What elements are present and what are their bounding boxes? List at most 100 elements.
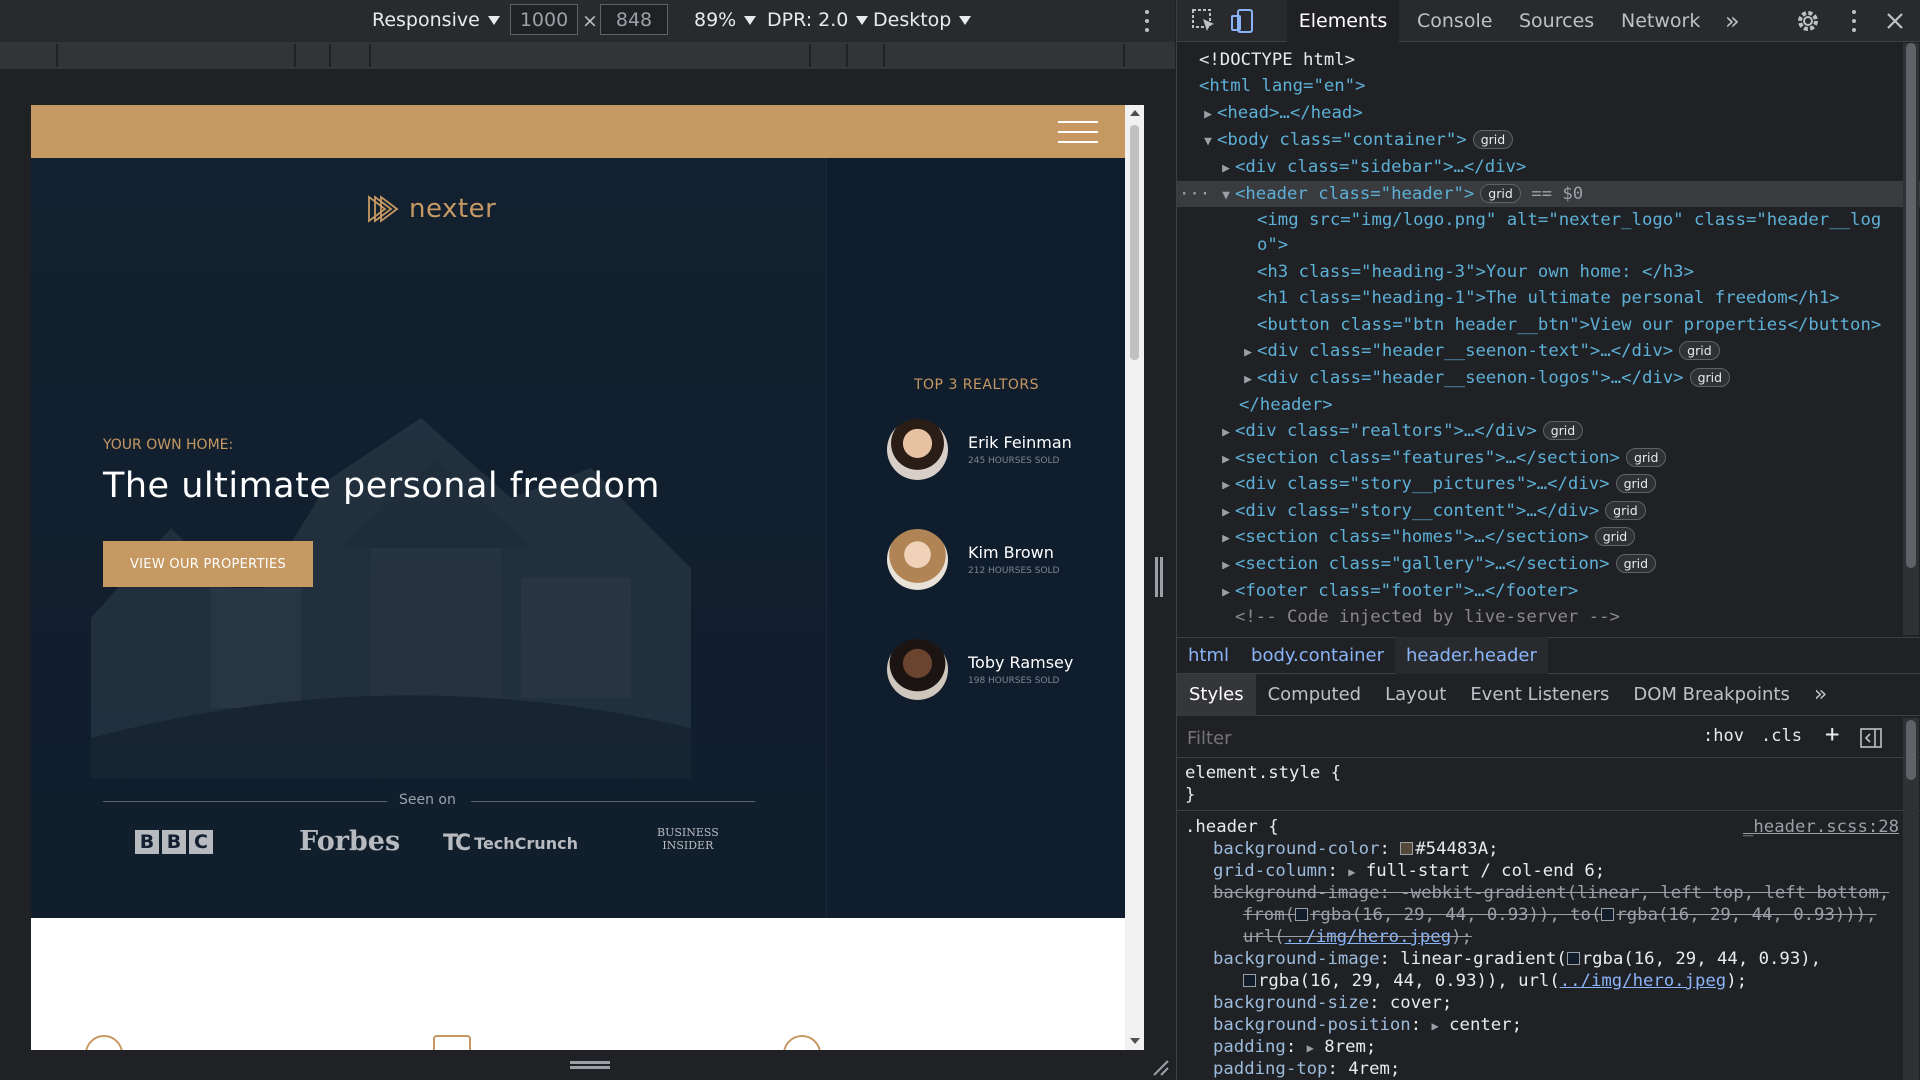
grid-badge: grid [1605, 501, 1646, 520]
dom-node[interactable]: <html lang="en"> [1177, 73, 1920, 99]
dom-node[interactable]: ▶ <section class="homes">…</section> grid [1177, 524, 1920, 550]
close-icon[interactable] [1882, 8, 1908, 34]
tab-elements[interactable]: Elements [1287, 0, 1399, 42]
collapse-icon: ▼ [1204, 134, 1212, 149]
tab-sources[interactable]: Sources [1519, 0, 1594, 42]
source-link[interactable]: _header.scss:28 [1743, 816, 1899, 838]
realtors-title: TOP 3 REALTORS [913, 377, 1040, 393]
scroll-up-icon[interactable] [1130, 110, 1140, 116]
realtor-item[interactable]: Erik Feinman 245 HOURSES SOLD [887, 419, 1072, 480]
css-declaration[interactable]: background-position: ▶ center; [1213, 1014, 1522, 1037]
dom-node[interactable]: <img src="img/logo.png" alt="nexter_logo… [1177, 207, 1920, 233]
dom-node[interactable]: ▶ <div class="story__pictures">…</div> gri… [1177, 471, 1920, 497]
grid-badge: grid [1472, 130, 1514, 149]
dom-node[interactable]: <!-- Code injected by live-server --> [1177, 604, 1920, 630]
dom-scrollbar[interactable] [1903, 43, 1919, 635]
dom-node[interactable]: ▼ <body class="container"> grid [1177, 127, 1920, 153]
zoom-label: 89% [694, 9, 737, 31]
zoom-select[interactable]: 89% [694, 9, 757, 31]
dom-node[interactable]: o"> [1177, 232, 1920, 258]
realtor-item[interactable]: Toby Ramsey 198 HOURSES SOLD [887, 639, 1073, 700]
width-input[interactable]: 1000 [510, 4, 578, 35]
css-declaration[interactable]: background-image: linear-gradient(rgba(1… [1213, 948, 1821, 970]
scroll-down-icon[interactable] [1130, 1038, 1140, 1044]
more-tabs-icon[interactable]: » [1725, 0, 1740, 42]
dpr-select[interactable]: DPR: 2.0 [767, 9, 869, 31]
hov-button[interactable]: :hov [1703, 726, 1744, 746]
height-input[interactable]: 848 [600, 4, 668, 35]
dom-node-selected[interactable]: ··· ▼ <header class="header"> grid == $0 [1177, 181, 1920, 207]
tab-network[interactable]: Network [1621, 0, 1700, 42]
css-declaration[interactable]: background-size: cover; [1213, 992, 1452, 1014]
view-properties-button[interactable]: VIEW OUR PROPERTIES [103, 541, 313, 587]
dom-node[interactable]: ▶ <head>…</head> [1177, 100, 1920, 126]
styles-scrollbar[interactable] [1903, 718, 1919, 1080]
tab-event-listeners[interactable]: Event Listeners [1458, 674, 1621, 716]
dom-node[interactable]: ▶ <div class="header__seenon-logos">…</di… [1177, 365, 1920, 391]
breadcrumb-html[interactable]: html [1177, 637, 1240, 674]
breadcrumb-body[interactable]: body.container [1240, 637, 1395, 674]
scrollbar-thumb[interactable] [1130, 125, 1139, 360]
css-declaration[interactable]: padding-top: 4rem; [1213, 1058, 1400, 1080]
more-options-icon[interactable] [1144, 10, 1150, 32]
css-declaration[interactable]: grid-column: ▶ full-start / col-end 6; [1213, 860, 1605, 883]
gear-icon[interactable] [1795, 8, 1821, 34]
page-viewport: nexter YOUR OWN HOME: The ultimate perso… [31, 105, 1144, 1050]
inspect-element-icon[interactable] [1191, 8, 1217, 34]
dom-node[interactable]: ▶ <div class="sidebar">…</div> [1177, 154, 1920, 180]
scrollbar-thumb[interactable] [1906, 43, 1916, 568]
css-declaration-overridden[interactable]: from(rgba(16, 29, 44, 0.93)), to(rgba(16… [1243, 904, 1876, 926]
dom-node[interactable]: ▶ <section class="features">…</section> gr… [1177, 445, 1920, 471]
dom-node[interactable]: ▶ <div class="story__content">…</div> grid [1177, 498, 1920, 524]
dom-node[interactable]: ▶ <section class="gallery">…</section> gri… [1177, 551, 1920, 577]
expand-icon: ▶ [1222, 161, 1230, 176]
dimension-separator: × [582, 10, 598, 32]
tab-styles[interactable]: Styles [1177, 673, 1256, 716]
realtor-item[interactable]: Kim Brown 212 HOURSES SOLD [887, 529, 1059, 590]
chevron-down-icon [856, 15, 869, 25]
device-toolbar-icon[interactable] [1229, 8, 1255, 34]
resize-handle-bottom[interactable] [570, 1061, 610, 1069]
dom-node[interactable]: ▶ <footer class="footer">…</footer> [1177, 578, 1920, 604]
dom-node[interactable]: <!DOCTYPE html> [1177, 47, 1920, 73]
mode-select[interactable]: Desktop [873, 9, 972, 31]
css-declaration-overridden[interactable]: background-image: -webkit-gradient(linea… [1213, 882, 1889, 904]
realtor-sold: 212 HOURSES SOLD [968, 566, 1060, 576]
expand-icon: ▶ [1222, 425, 1230, 440]
expand-icon: ▶ [1204, 107, 1212, 122]
more-tabs-icon[interactable]: » [1802, 674, 1839, 716]
css-declaration[interactable]: rgba(16, 29, 44, 0.93)), url(../img/hero… [1243, 970, 1747, 992]
dom-node[interactable]: <h1 class="heading-1">The ultimate perso… [1177, 285, 1920, 311]
element-style-rule: element.style { [1185, 763, 1342, 783]
cls-button[interactable]: .cls [1761, 726, 1802, 746]
dom-node[interactable]: </header> [1177, 392, 1920, 418]
new-rule-button[interactable]: + [1825, 720, 1839, 748]
divider [103, 801, 387, 802]
filter-input[interactable] [1187, 724, 1687, 752]
more-options-icon[interactable] [1851, 10, 1857, 32]
tab-computed[interactable]: Computed [1256, 674, 1374, 716]
page-scrollbar[interactable] [1125, 105, 1144, 1050]
css-declaration-overridden[interactable]: url(../img/hero.jpeg); [1243, 926, 1472, 948]
techcrunch-logo: TC TechCrunch [443, 831, 578, 856]
dom-node[interactable]: ▶ <div class="header__seenon-text">…</div… [1177, 338, 1920, 364]
resize-corner-icon[interactable] [1150, 1057, 1170, 1077]
toggle-sidebar-icon[interactable] [1860, 728, 1882, 748]
menu-icon[interactable] [1058, 121, 1098, 143]
rule-selector[interactable]: .header { [1185, 816, 1279, 838]
css-declaration[interactable]: padding: ▶ 8rem; [1213, 1036, 1376, 1059]
device-select[interactable]: Responsive [372, 9, 500, 31]
css-declaration[interactable]: background-color: #54483A; [1213, 838, 1499, 860]
tab-console[interactable]: Console [1417, 0, 1492, 42]
dom-node[interactable]: ▶ <div class="realtors">…</div> grid [1177, 418, 1920, 444]
tab-dom-breakpoints[interactable]: DOM Breakpoints [1621, 674, 1801, 716]
dom-node[interactable]: <button class="btn header__btn">View our… [1177, 312, 1920, 338]
styles-pane[interactable]: element.style { } .header { _header.scss… [1177, 758, 1920, 1080]
breadcrumb-header[interactable]: header.header [1394, 637, 1548, 674]
resize-handle-right[interactable] [1155, 557, 1163, 597]
dom-tree[interactable]: <!DOCTYPE html> <html lang="en"> ▶ <head>… [1177, 43, 1920, 635]
dom-node[interactable]: <h3 class="heading-3">Your own home: </h… [1177, 259, 1920, 285]
scrollbar-thumb[interactable] [1906, 720, 1916, 780]
tab-layout[interactable]: Layout [1373, 674, 1458, 716]
media-query-bar[interactable] [0, 42, 1175, 69]
